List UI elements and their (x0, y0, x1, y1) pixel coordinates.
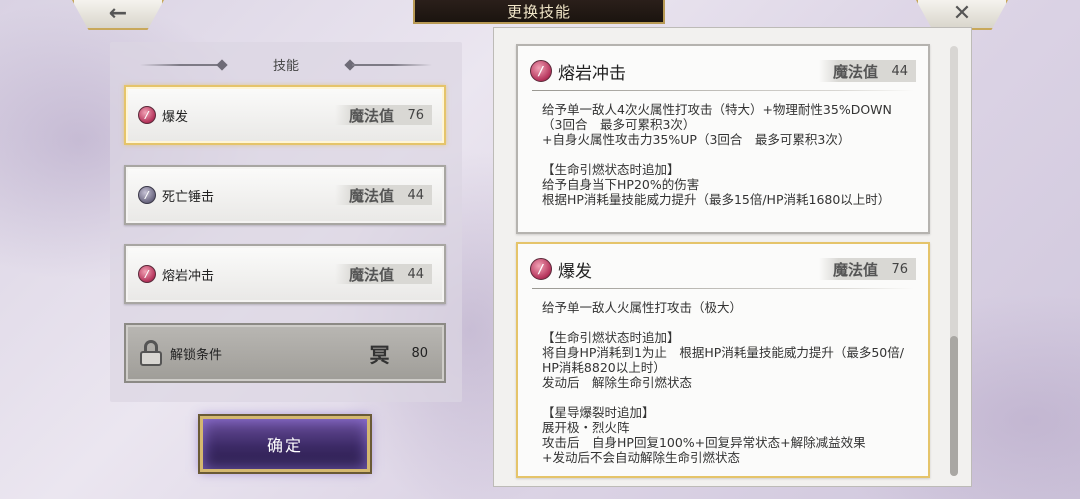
section-title: 技能 (272, 58, 299, 74)
unlock-level-value: 80 (411, 345, 428, 361)
mp-value: 44 (407, 187, 424, 203)
mp-value: 76 (407, 107, 424, 123)
hammer-skill-icon: / (138, 186, 156, 204)
detail-header: / 爆发 魔法值 76 (530, 256, 916, 282)
lava-skill-icon: / (138, 265, 156, 283)
unlock-condition-label: 解锁条件 (170, 347, 223, 363)
page-title: 更换技能 (413, 0, 665, 24)
scrollbar-thumb[interactable] (950, 336, 958, 476)
flame-skill-icon: / (138, 106, 156, 124)
divider (532, 90, 914, 91)
locked-skill-slot[interactable]: 解锁条件 冥 80 (124, 323, 446, 383)
mp-cost: 魔法值 44 (334, 185, 432, 205)
divider-ornament-icon (216, 59, 228, 71)
divider (140, 64, 220, 66)
skill-description: 给予单一敌人4次火属性打攻击（特大）+物理耐性35%DOWN（3回合 最多可累积… (542, 102, 892, 207)
skill-name: 爆发 (162, 109, 189, 125)
skill-section-header: 技能 (110, 54, 462, 74)
mp-label: 魔法值 (832, 260, 878, 279)
lava-skill-icon: / (530, 60, 552, 82)
skill-item-rongyanchongji[interactable]: / 熔岩冲击 魔法值 44 (124, 244, 446, 304)
mp-value: 44 (891, 63, 908, 79)
close-icon: ✕ (952, 1, 972, 26)
divider (532, 288, 914, 289)
skill-name: 死亡锤击 (162, 189, 215, 205)
mp-label: 魔法值 (348, 106, 394, 125)
flame-skill-icon: / (530, 258, 552, 280)
detail-title: 熔岩冲击 (558, 63, 626, 84)
mp-cost: 魔法值 44 (334, 264, 432, 284)
skill-item-baofa[interactable]: / 爆发 魔法值 76 (124, 85, 446, 145)
detail-header: / 熔岩冲击 魔法值 44 (530, 58, 916, 84)
mp-label: 魔法值 (348, 265, 394, 284)
mp-cost: 魔法值 76 (334, 105, 432, 125)
detail-title: 爆发 (558, 261, 592, 282)
mp-cost: 魔法值 76 (818, 258, 916, 280)
rank-icon: 冥 (369, 342, 390, 367)
mp-value: 76 (891, 261, 908, 277)
divider (352, 64, 432, 66)
mp-label: 魔法值 (832, 62, 878, 81)
mp-value: 44 (407, 266, 424, 282)
skill-detail-baofa: / 爆发 魔法值 76 给予单一敌人火属性打攻击（极大） 【生命引燃状态时追加】… (516, 242, 930, 478)
skill-name: 熔岩冲击 (162, 268, 215, 284)
mp-cost: 魔法值 44 (818, 60, 916, 82)
confirm-button[interactable]: 确定 (200, 416, 370, 472)
lock-icon (140, 340, 162, 366)
mp-label: 魔法值 (348, 186, 394, 205)
back-arrow-icon: ← (108, 1, 128, 26)
skill-detail-rongyanchongji: / 熔岩冲击 魔法值 44 给予单一敌人4次火属性打攻击（特大）+物理耐性35%… (516, 44, 930, 234)
skill-description: 给予单一敌人火属性打攻击（极大） 【生命引燃状态时追加】 将自身HP消耗到1为止… (542, 300, 904, 465)
skill-item-siwangchuiji[interactable]: / 死亡锤击 魔法值 44 (124, 165, 446, 225)
